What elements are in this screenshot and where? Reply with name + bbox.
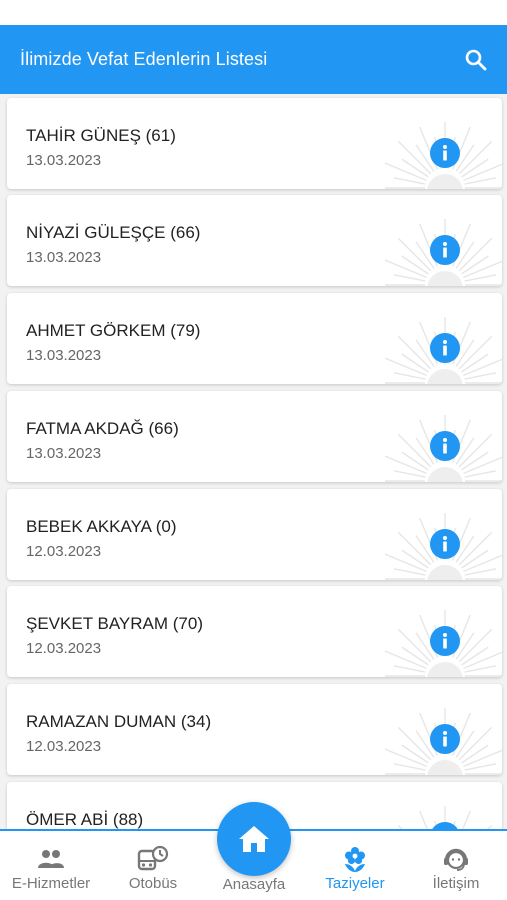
- nav-label: Taziyeler: [325, 875, 385, 892]
- nav-e-hizmetler[interactable]: E-Hizmetler: [4, 831, 98, 900]
- info-icon: [443, 242, 447, 258]
- list-item[interactable]: BEBEK AKKAYA (0) 12.03.2023: [7, 489, 502, 580]
- info-button[interactable]: [430, 626, 460, 656]
- death-date: 12.03.2023: [26, 640, 102, 657]
- nav-otobus[interactable]: Otobüs: [110, 831, 196, 900]
- deceased-name: BEBEK AKKAYA (0): [26, 517, 177, 536]
- status-bar: [0, 0, 507, 25]
- info-icon: [443, 438, 447, 454]
- flower-icon: [345, 847, 365, 872]
- deceased-name: FATMA AKDAĞ (66): [26, 419, 179, 438]
- list-item[interactable]: AHMET GÖRKEM (79) 13.03.2023: [7, 293, 502, 384]
- deceased-name: TAHİR GÜNEŞ (61): [26, 126, 176, 145]
- nav-label: Otobüs: [128, 875, 178, 892]
- death-date: 12.03.2023: [26, 543, 102, 560]
- deceased-name: ÖMER ABİ (88): [26, 810, 144, 829]
- bus-clock-icon: [137, 845, 169, 871]
- deceased-name: ŞEVKET BAYRAM (70): [26, 614, 203, 633]
- info-button[interactable]: [430, 235, 460, 265]
- list-item[interactable]: FATMA AKDAĞ (66) 13.03.2023: [7, 391, 502, 482]
- info-icon: [443, 633, 447, 649]
- info-button[interactable]: [430, 138, 460, 168]
- people-icon: [38, 850, 64, 868]
- info-icon: [443, 536, 447, 552]
- info-icon: [443, 145, 447, 161]
- death-date: 13.03.2023: [26, 445, 102, 462]
- list-item[interactable]: NİYAZİ GÜLEŞÇE (66) 13.03.2023: [7, 195, 502, 286]
- deceased-name: AHMET GÖRKEM (79): [26, 321, 201, 340]
- search-button[interactable]: [463, 47, 489, 73]
- death-date: 13.03.2023: [26, 347, 102, 364]
- nav-label-anasayfa: Anasayfa: [222, 876, 286, 893]
- info-button[interactable]: [430, 333, 460, 363]
- list-item[interactable]: ŞEVKET BAYRAM (70) 12.03.2023: [7, 586, 502, 677]
- death-list: TAHİR GÜNEŞ (61) 13.03.2023 NİYAZİ GÜLEŞ…: [0, 94, 507, 830]
- list-item[interactable]: TAHİR GÜNEŞ (61) 13.03.2023: [7, 98, 502, 189]
- app-bar: İlimizde Vefat Edenlerin Listesi: [0, 25, 507, 94]
- nav-taziyeler[interactable]: Taziyeler: [310, 831, 400, 900]
- death-date: 12.03.2023: [26, 738, 102, 755]
- support-agent-icon: [444, 848, 468, 871]
- info-icon: [443, 731, 447, 747]
- page-title: İlimizde Vefat Edenlerin Listesi: [20, 49, 268, 69]
- info-icon: [443, 340, 447, 356]
- death-date: 13.03.2023: [26, 249, 102, 266]
- nav-label: E-Hizmetler: [11, 875, 91, 892]
- search-icon: [465, 49, 487, 70]
- list-item[interactable]: RAMAZAN DUMAN (34) 12.03.2023: [7, 684, 502, 775]
- info-button[interactable]: [430, 724, 460, 754]
- info-button[interactable]: [430, 431, 460, 461]
- deceased-name: RAMAZAN DUMAN (34): [26, 712, 212, 731]
- info-button[interactable]: [430, 529, 460, 559]
- home-icon: [239, 826, 269, 852]
- death-date: 13.03.2023: [26, 152, 102, 169]
- home-button[interactable]: [217, 802, 291, 876]
- nav-label: İletişim: [432, 875, 480, 892]
- nav-iletisim[interactable]: İletişim: [414, 831, 498, 900]
- deceased-name: NİYAZİ GÜLEŞÇE (66): [26, 223, 201, 242]
